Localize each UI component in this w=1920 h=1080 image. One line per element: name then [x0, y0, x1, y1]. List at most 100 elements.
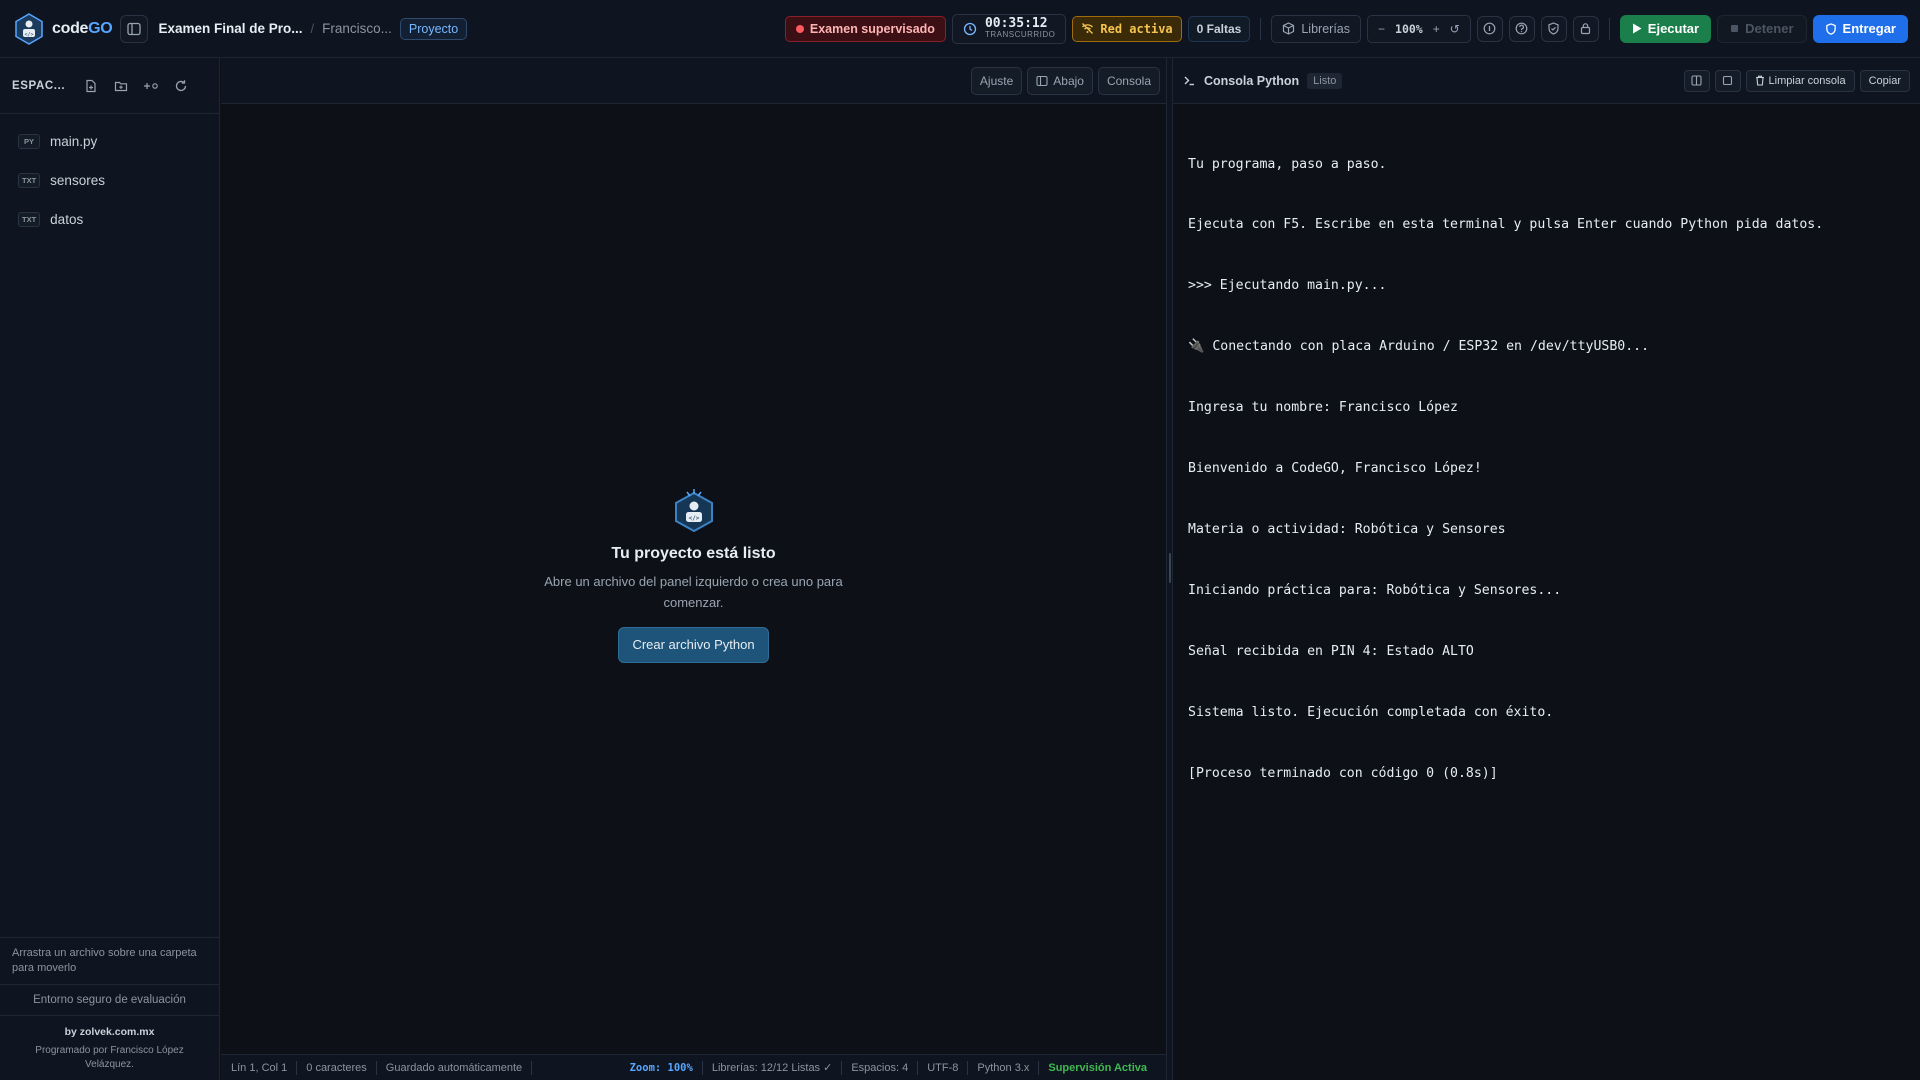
codego-mascot-icon: </>	[674, 489, 713, 533]
encoding[interactable]: UTF-8	[918, 1060, 969, 1075]
divider	[1608, 17, 1610, 40]
panel-resize-handle[interactable]	[1166, 58, 1173, 1080]
exam-supervised-badge: Examen supervisado	[784, 15, 946, 42]
split-console-button[interactable]	[1683, 69, 1710, 92]
supervision-status: Supervisión Activa	[1048, 1061, 1147, 1074]
wrap-button[interactable]: Ajuste	[970, 66, 1023, 95]
zoom-out-button[interactable]: −	[1378, 22, 1385, 36]
file-item-sensores[interactable]: TXT sensores	[0, 161, 219, 200]
file-type-tag: TXT	[18, 212, 41, 227]
recording-dot-icon	[795, 24, 804, 33]
console-line: Señal recibida en PIN 4: Estado ALTO	[1188, 643, 1474, 659]
file-type-tag: PY	[18, 134, 40, 149]
clear-console-label: Limpiar consola	[1768, 74, 1846, 87]
stop-button[interactable]: Detener	[1717, 14, 1807, 43]
empty-state-title: Tu proyecto está listo	[611, 545, 776, 562]
add-items-button[interactable]	[143, 78, 159, 94]
top-bar: </> codeGO Examen Final de Pro... / Fran…	[0, 0, 1920, 58]
split-icon	[1036, 75, 1048, 86]
clear-console-button[interactable]: Limpiar consola	[1745, 69, 1855, 92]
libraries-label: Librerías	[1301, 21, 1350, 36]
split-icon	[1691, 75, 1702, 86]
zoom-in-button[interactable]: +	[1433, 22, 1440, 36]
wifi-off-icon	[1082, 23, 1094, 34]
play-icon	[1632, 23, 1642, 34]
security-button[interactable]	[1540, 15, 1567, 42]
lock-button[interactable]	[1572, 15, 1599, 42]
console-line: Sistema listo. Ejecución completada con …	[1188, 704, 1554, 720]
timer-value: 00:35:12	[984, 16, 1048, 31]
file-name: sensores	[50, 173, 105, 188]
copy-console-button[interactable]: Copiar	[1859, 69, 1910, 92]
console-status-badge: Listo	[1307, 72, 1343, 89]
stop-label: Detener	[1745, 21, 1794, 36]
console-line: Materia o actividad: Robótica y Sensores	[1188, 521, 1506, 537]
status-zoom: Zoom: 100%	[630, 1060, 703, 1075]
file-item-datos[interactable]: TXT datos	[0, 200, 219, 239]
resize-grip[interactable]	[1169, 553, 1171, 583]
maximize-console-button[interactable]	[1714, 69, 1741, 92]
console-line: Bienvenido a CodeGO, Francisco López!	[1188, 461, 1482, 477]
console-title: Consola Python	[1204, 73, 1300, 88]
file-name: main.py	[50, 134, 98, 149]
file-type-tag: TXT	[18, 173, 41, 188]
file-item-main-py[interactable]: PY main.py	[0, 122, 219, 161]
svg-text:</>: </>	[24, 32, 33, 38]
exam-badge-label: Examen supervisado	[809, 21, 935, 36]
elapsed-timer: 00:35:12 TRANSCURRIDO	[951, 13, 1067, 44]
timer-label: TRANSCURRIDO	[984, 30, 1056, 39]
toggle-sidebar-button[interactable]	[120, 14, 149, 43]
refresh-button[interactable]	[173, 78, 189, 94]
refresh-icon	[176, 79, 187, 91]
layout-below-label: Abajo	[1053, 73, 1084, 88]
help-icon	[1515, 22, 1528, 35]
new-file-icon	[86, 79, 96, 92]
help-button[interactable]	[1508, 15, 1535, 42]
faults-badge: 0 Faltas	[1187, 15, 1251, 42]
console-line: Ingresa tu nombre: Francisco López	[1188, 400, 1458, 416]
layout-below-button[interactable]: Abajo	[1027, 66, 1093, 95]
file-list: PY main.py TXT sensores TXT datos	[0, 122, 219, 239]
new-file-button[interactable]	[83, 78, 99, 94]
console-line: Ejecuta con F5. Escribe en esta terminal…	[1188, 217, 1824, 233]
secure-environment-note: Entorno seguro de evaluación	[0, 984, 219, 1016]
status-bar: Lín 1, Col 1 0 caracteres Guardado autom…	[221, 1054, 1166, 1080]
logo-text: codeGO	[52, 19, 113, 37]
zoom-reset-button[interactable]: ↺	[1450, 22, 1460, 36]
new-folder-button[interactable]	[113, 78, 129, 94]
terminal-icon	[1184, 76, 1194, 86]
credits-programmer: Programado por Francisco López Velázquez…	[35, 1045, 184, 1070]
sidebar-icon	[127, 22, 142, 35]
lock-icon	[1581, 23, 1591, 35]
maximize-icon	[1722, 75, 1733, 86]
run-label: Ejecutar	[1647, 21, 1700, 36]
empty-state: </> Tu proyecto está listo Abre un archi…	[221, 488, 1166, 663]
network-active-badge: Red activa	[1072, 15, 1182, 42]
trash-icon	[1755, 75, 1764, 86]
run-button[interactable]: Ejecutar	[1619, 14, 1712, 43]
libraries-button[interactable]: Librerías	[1271, 14, 1361, 43]
zoom-control: − 100% + ↺	[1367, 14, 1471, 43]
console-toggle-button[interactable]: Consola	[1097, 66, 1160, 95]
indent-spaces[interactable]: Espacios: 4	[842, 1060, 919, 1075]
console-line: >>> Ejecutando main.py...	[1188, 278, 1387, 294]
editor-toolbar: Ajuste Abajo Consola	[221, 58, 1166, 104]
breadcrumb: Examen Final de Pro... / Francisco... Pr…	[158, 17, 468, 40]
console-line: Iniciando práctica para: Robótica y Sens…	[1188, 582, 1562, 598]
network-badge-label: Red activa	[1100, 21, 1173, 36]
codego-logo-icon: </>	[15, 12, 43, 45]
sidebar-footer: Arrastra un archivo sobre una carpeta pa…	[0, 937, 219, 1080]
console-output[interactable]: Tu programa, paso a paso. Ejecuta con F5…	[1173, 104, 1920, 834]
create-python-file-button[interactable]: Crear archivo Python	[618, 627, 769, 663]
file-name: datos	[50, 212, 84, 227]
console-line: 🔌 Conectando con placa Arduino / ESP32 e…	[1188, 339, 1650, 355]
cursor-position: Lín 1, Col 1	[231, 1060, 298, 1075]
python-console: Consola Python Listo Limpiar consola Cop…	[1173, 58, 1920, 1080]
shield-check-icon	[1825, 22, 1836, 35]
info-icon	[1483, 22, 1496, 35]
submit-button[interactable]: Entregar	[1812, 14, 1908, 43]
drag-hint: Arrastra un archivo sobre una carpeta pa…	[0, 937, 219, 984]
info-button[interactable]	[1476, 15, 1503, 42]
submit-label: Entregar	[1842, 21, 1896, 36]
credits-by: by zolvek.com.mx	[64, 1026, 155, 1038]
